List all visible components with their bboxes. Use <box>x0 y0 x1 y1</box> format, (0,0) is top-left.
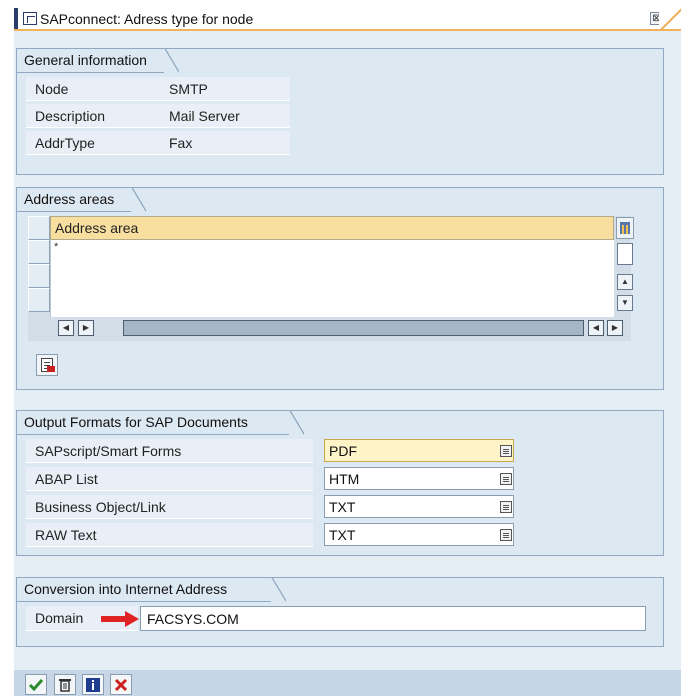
info-value: Mail Server <box>169 108 240 124</box>
footer-toolbar <box>14 670 681 696</box>
scroll-down-icon[interactable]: ▼ <box>617 295 633 311</box>
table-body[interactable]: * <box>50 240 614 317</box>
format-row-abap-list: ABAP List <box>26 467 313 491</box>
info-value: Fax <box>169 135 193 151</box>
info-label: Description <box>35 108 106 124</box>
address-area-table: Address area * ▲ ▼ ◀ ▶ ◀ ▶ <box>28 216 634 341</box>
format-row-business-object: Business Object/Link <box>26 495 313 519</box>
value-help-icon[interactable] <box>500 501 512 513</box>
row-selector[interactable] <box>28 288 50 312</box>
format-label: Business Object/Link <box>35 499 166 515</box>
titlebar-accent <box>14 8 18 31</box>
conversion-group: Conversion into Internet Address Domain … <box>16 577 664 647</box>
check-icon[interactable] <box>25 674 47 695</box>
abap-list-format-field[interactable]: HTM <box>324 467 514 490</box>
trash-icon[interactable] <box>54 674 76 695</box>
format-label: SAPscript/Smart Forms <box>35 443 182 459</box>
info-row-addrtype: AddrType Fax <box>26 131 290 155</box>
scroll-left-icon[interactable]: ◀ <box>58 320 74 336</box>
info-row-description: Description Mail Server <box>26 104 290 128</box>
row-selector[interactable] <box>28 240 50 264</box>
info-icon[interactable] <box>82 674 104 695</box>
window-titlebar: SAPconnect: Adress type for node ⊠ <box>14 8 681 31</box>
value-help-icon[interactable] <box>500 473 512 485</box>
info-label: Node <box>35 81 69 97</box>
sapscript-format-field[interactable]: PDF <box>324 439 514 462</box>
domain-label: Domain <box>35 610 84 626</box>
group-title: General information <box>17 48 179 73</box>
column-header-address-area[interactable]: Address area <box>50 216 614 240</box>
horizontal-scrollbar[interactable] <box>123 320 584 336</box>
row-selector[interactable] <box>28 264 50 288</box>
domain-input[interactable]: FACSYS.COM <box>140 606 646 631</box>
scroll-up-icon[interactable]: ▲ <box>617 274 633 290</box>
value-help-icon[interactable] <box>500 445 512 457</box>
window-icon <box>23 12 37 25</box>
format-row-sapscript: SAPscript/Smart Forms <box>26 439 313 463</box>
column-settings-icon[interactable] <box>616 217 634 239</box>
format-label: ABAP List <box>35 471 98 487</box>
info-value: SMTP <box>169 81 208 97</box>
address-areas-group: Address areas Address area * ▲ ▼ ◀ ▶ ◀ ▶ <box>16 187 664 390</box>
new-entry-marker: * <box>54 241 59 253</box>
value-help-icon[interactable] <box>500 529 512 541</box>
scroll-right-icon[interactable]: ▶ <box>78 320 94 336</box>
info-label: AddrType <box>35 135 95 151</box>
info-row-node: Node SMTP <box>26 77 290 101</box>
output-formats-group: Output Formats for SAP Documents SAPscri… <box>16 410 664 556</box>
raw-text-format-field[interactable]: TXT <box>324 523 514 546</box>
titlebar-decoration <box>659 8 681 31</box>
group-title: Address areas <box>17 187 146 212</box>
business-object-format-field[interactable]: TXT <box>324 495 514 518</box>
format-label: RAW Text <box>35 527 97 543</box>
arrow-pointer-icon <box>101 611 139 627</box>
cancel-icon[interactable] <box>110 674 132 695</box>
group-title: Output Formats for SAP Documents <box>17 410 304 435</box>
group-title: Conversion into Internet Address <box>17 577 286 602</box>
format-row-raw-text: RAW Text <box>26 523 313 547</box>
vertical-scrollbar-track[interactable] <box>617 243 633 265</box>
select-all-button[interactable] <box>28 216 50 240</box>
scroll-right-icon[interactable]: ▶ <box>607 320 623 336</box>
general-information-group: General information Node SMTP Descriptio… <box>16 48 664 175</box>
export-icon[interactable] <box>36 354 58 376</box>
scroll-left-icon[interactable]: ◀ <box>588 320 604 336</box>
window-title: SAPconnect: Adress type for node <box>40 11 254 27</box>
